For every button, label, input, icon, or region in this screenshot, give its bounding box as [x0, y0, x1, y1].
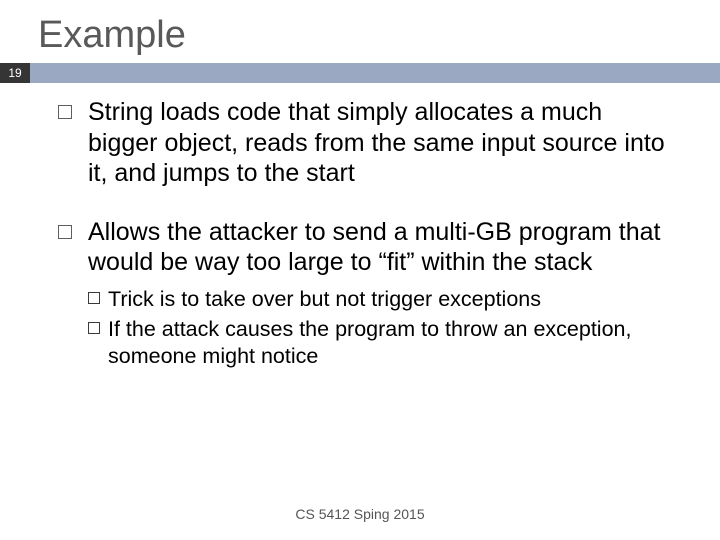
slide-number-badge: 19 [0, 63, 30, 83]
sub-bullet-text: Trick is to take over but not trigger ex… [108, 286, 541, 313]
checkbox-bullet-icon [88, 322, 100, 334]
sub-bullet-item: Trick is to take over but not trigger ex… [88, 286, 670, 313]
square-bullet-icon [58, 105, 72, 119]
footer-text: CS 5412 Sping 2015 [0, 506, 720, 522]
content-area: String loads code that simply allocates … [0, 83, 720, 370]
accent-stripe [30, 63, 720, 83]
bullet-item: String loads code that simply allocates … [58, 97, 670, 189]
sub-bullet-item: If the attack causes the program to thro… [88, 316, 670, 370]
sub-bullet-text: If the attack causes the program to thro… [108, 316, 670, 370]
slide-title: Example [0, 0, 720, 63]
square-bullet-icon [58, 225, 72, 239]
bullet-text: Allows the attacker to send a multi-GB p… [88, 217, 670, 278]
checkbox-bullet-icon [88, 292, 100, 304]
bullet-text: String loads code that simply allocates … [88, 97, 670, 189]
bullet-item: Allows the attacker to send a multi-GB p… [58, 217, 670, 278]
title-bar: 19 [0, 63, 720, 83]
